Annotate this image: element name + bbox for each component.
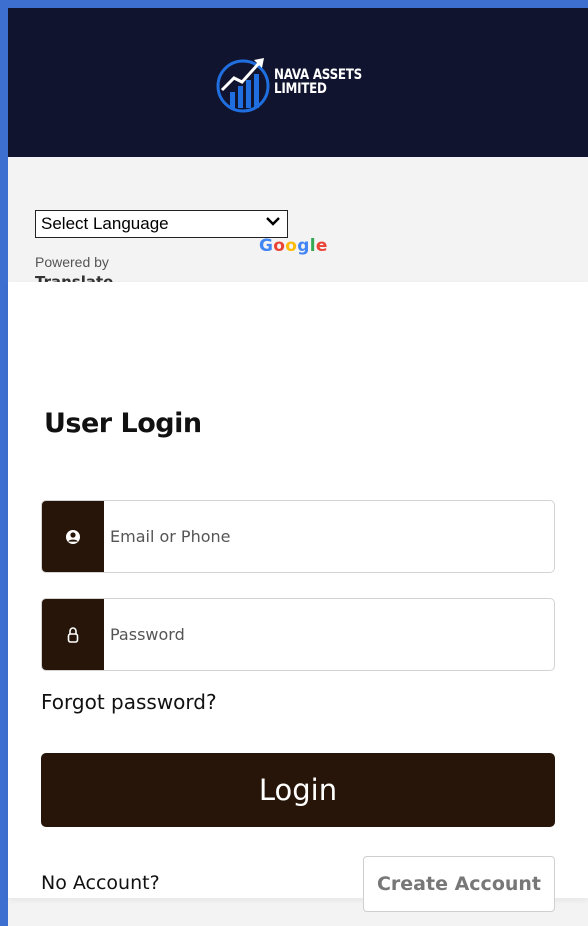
brand-logo[interactable]: NAVA ASSETS LIMITED	[214, 48, 377, 116]
email-field	[41, 500, 555, 573]
password-input[interactable]	[104, 599, 554, 670]
email-icon-box	[42, 501, 104, 572]
page-title: User Login	[44, 408, 202, 439]
chevron-down-icon	[266, 217, 280, 226]
powered-by-label: Powered by	[35, 254, 109, 270]
email-input[interactable]	[104, 501, 554, 572]
forgot-password-link[interactable]: Forgot password?	[41, 690, 217, 714]
lock-icon	[67, 626, 79, 643]
google-letter: G	[259, 236, 274, 256]
user-circle-icon	[66, 529, 80, 544]
growth-chart-logo-icon	[216, 58, 270, 113]
login-card: User Login Forgot password? Login	[8, 282, 588, 912]
language-select[interactable]: Select Language	[35, 210, 288, 238]
google-letter: o	[273, 236, 286, 256]
language-select-value: Select Language	[41, 214, 169, 233]
no-account-label: No Account?	[41, 872, 160, 894]
google-letter: o	[285, 236, 298, 256]
brand-name: NAVA ASSETS LIMITED	[274, 68, 362, 96]
brand-name-line2: LIMITED	[274, 81, 327, 97]
brand-name-line1: NAVA ASSETS	[274, 67, 362, 83]
password-field	[41, 598, 555, 671]
google-letter: e	[315, 236, 328, 256]
site-header: NAVA ASSETS LIMITED	[8, 8, 588, 157]
page: NAVA ASSETS LIMITED Select Language Goog…	[8, 8, 588, 926]
create-account-button[interactable]: Create Account	[363, 856, 555, 912]
google-letter: g	[297, 236, 310, 256]
password-icon-box	[42, 599, 104, 670]
login-button[interactable]: Login	[41, 753, 555, 827]
google-wordmark: Google	[259, 236, 328, 256]
